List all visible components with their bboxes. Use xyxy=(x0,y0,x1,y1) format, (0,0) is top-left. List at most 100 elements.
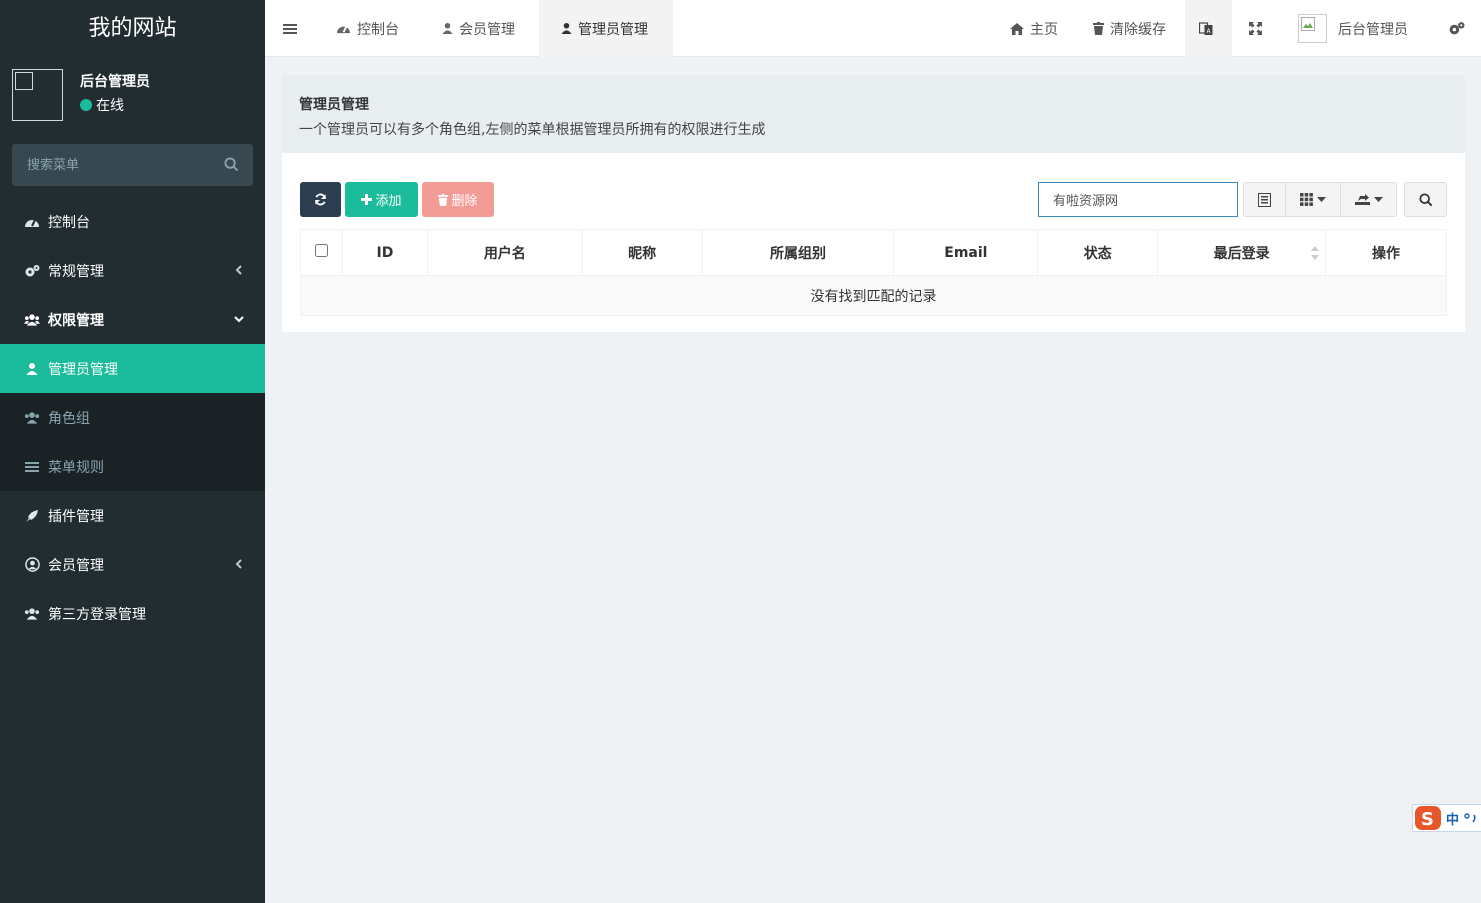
advanced-search-button[interactable] xyxy=(1404,182,1447,217)
column-header-last-login-label: 最后登录 xyxy=(1213,245,1270,262)
search-icon xyxy=(1418,192,1432,206)
sidebar-menu: 控制台 常规管理 权限管理 管理员管理 角色组 菜单规则 插件管理 会员管理 第… xyxy=(0,197,265,638)
home-link[interactable]: 主页 xyxy=(1010,0,1058,57)
avatar xyxy=(1298,14,1327,43)
delete-label: 删除 xyxy=(451,194,478,209)
sidebar-item-label: 管理员管理 xyxy=(48,361,118,378)
site-brand[interactable]: 我的网站 xyxy=(0,0,265,57)
sidebar-item-third-party-login[interactable]: 第三方登录管理 xyxy=(0,589,265,638)
group-icon xyxy=(24,312,40,328)
sidebar-item-plugins[interactable]: 插件管理 xyxy=(0,491,265,540)
sidebar-item-label: 插件管理 xyxy=(48,508,104,525)
online-dot-icon xyxy=(80,99,92,111)
refresh-button[interactable] xyxy=(300,182,341,217)
language-toggle[interactable]: A xyxy=(1185,0,1232,57)
page-title: 管理员管理 xyxy=(299,97,369,113)
sidebar-item-permission[interactable]: 权限管理 xyxy=(0,295,265,344)
user-panel: 后台管理员 在线 xyxy=(0,57,265,137)
add-label: 添加 xyxy=(375,194,402,209)
tab-label: 会员管理 xyxy=(459,21,515,38)
bars-icon xyxy=(283,23,297,34)
admin-panel: 管理员管理 一个管理员可以有多个角色组,左侧的菜单根据管理员所拥有的权限进行生成… xyxy=(282,75,1465,332)
dashboard-icon xyxy=(24,214,40,230)
rocket-icon xyxy=(24,508,40,524)
dashboard-icon xyxy=(337,26,350,34)
user-name: 后台管理员 xyxy=(80,74,150,90)
refresh-icon xyxy=(314,193,327,206)
chevron-left-icon xyxy=(235,559,242,569)
tab-label: 控制台 xyxy=(357,21,399,38)
columns-icon xyxy=(1300,193,1313,206)
select-all-cell xyxy=(300,229,343,276)
export-button[interactable] xyxy=(1340,182,1397,217)
column-header-id[interactable]: ID xyxy=(341,229,428,276)
column-header-nickname[interactable]: 昵称 xyxy=(581,229,703,276)
list-icon xyxy=(1258,192,1271,207)
caret-down-icon xyxy=(1373,197,1383,202)
sort-icon[interactable] xyxy=(1311,246,1320,260)
admin-table: ID 用户名 昵称 所属组别 Email 状态 最后登录 操作 没有找到匹配的记… xyxy=(300,229,1447,316)
clear-cache-button[interactable]: 清除缓存 xyxy=(1093,0,1166,57)
column-header-email[interactable]: Email xyxy=(893,229,1039,276)
page-description: 一个管理员可以有多个角色组,左侧的菜单根据管理员所拥有的权限进行生成 xyxy=(299,122,766,138)
tab-members[interactable]: 会员管理 xyxy=(442,0,515,57)
cogs-icon xyxy=(24,263,40,279)
sidebar-item-label: 控制台 xyxy=(48,214,90,231)
trash-icon xyxy=(438,193,449,206)
column-header-group[interactable]: 所属组别 xyxy=(701,229,895,276)
columns-button[interactable] xyxy=(1285,182,1341,217)
bars-icon xyxy=(24,459,40,475)
avatar xyxy=(12,69,63,121)
sogou-logo-icon: S xyxy=(1415,806,1441,830)
user-icon xyxy=(24,361,40,377)
sidebar-item-menu-rules[interactable]: 菜单规则 xyxy=(0,442,265,491)
user-menu[interactable]: 后台管理员 xyxy=(1298,0,1408,57)
sidebar-item-members[interactable]: 会员管理 xyxy=(0,540,265,589)
user-circle-icon xyxy=(24,557,40,573)
ime-mode-label: 中 xyxy=(1446,812,1460,828)
sidebar-item-general[interactable]: 常规管理 xyxy=(0,246,265,295)
tab-dashboard[interactable]: 控制台 xyxy=(336,0,399,57)
tab-admin[interactable]: 管理员管理 xyxy=(539,0,673,57)
chevron-down-icon xyxy=(234,316,244,323)
search-icon[interactable] xyxy=(224,157,239,172)
sidebar-item-label: 第三方登录管理 xyxy=(48,606,146,623)
toggle-view-button[interactable] xyxy=(1243,182,1286,217)
fullscreen-icon xyxy=(1249,22,1262,35)
plus-icon xyxy=(361,194,373,205)
table-header-row: ID 用户名 昵称 所属组别 Email 状态 最后登录 操作 xyxy=(300,229,1447,276)
sidebar: 我的网站 后台管理员 在线 控制台 常规管理 权限管理 管理员管理 xyxy=(0,0,265,903)
column-header-last-login[interactable]: 最后登录 xyxy=(1157,229,1327,276)
ime-toolbar[interactable]: S 中 xyxy=(1412,804,1481,832)
group-icon xyxy=(24,410,40,426)
select-all-checkbox[interactable] xyxy=(314,244,328,257)
sidebar-item-label: 角色组 xyxy=(48,410,90,427)
table-row-empty: 没有找到匹配的记录 xyxy=(300,275,1447,316)
settings-button[interactable] xyxy=(1448,0,1471,57)
tab-label: 管理员管理 xyxy=(578,21,648,38)
sidebar-toggle[interactable] xyxy=(283,0,303,57)
fullscreen-button[interactable] xyxy=(1249,0,1268,57)
sidebar-item-role-group[interactable]: 角色组 xyxy=(0,393,265,442)
chevron-left-icon xyxy=(235,265,242,275)
column-header-status[interactable]: 状态 xyxy=(1037,229,1159,276)
sidebar-item-admin[interactable]: 管理员管理 xyxy=(0,344,265,393)
delete-button[interactable]: 删除 xyxy=(422,182,494,217)
sidebar-item-label: 菜单规则 xyxy=(48,459,104,476)
sidebar-item-dashboard[interactable]: 控制台 xyxy=(0,197,265,246)
column-header-actions: 操作 xyxy=(1325,229,1447,276)
home-label: 主页 xyxy=(1030,21,1058,38)
column-header-username[interactable]: 用户名 xyxy=(426,229,583,276)
table-search-input[interactable] xyxy=(1038,182,1238,217)
cogs-icon xyxy=(1449,22,1465,35)
broken-image-icon xyxy=(1301,17,1315,31)
export-icon xyxy=(1354,194,1370,205)
menu-search-input[interactable] xyxy=(12,144,212,186)
sidebar-item-label: 常规管理 xyxy=(48,263,104,280)
punctuation-icon xyxy=(1464,813,1476,823)
user-status: 在线 xyxy=(80,95,124,115)
add-button[interactable]: 添加 xyxy=(345,182,418,217)
caret-down-icon xyxy=(1317,197,1326,202)
user-icon xyxy=(561,23,572,34)
home-icon xyxy=(1010,22,1024,35)
